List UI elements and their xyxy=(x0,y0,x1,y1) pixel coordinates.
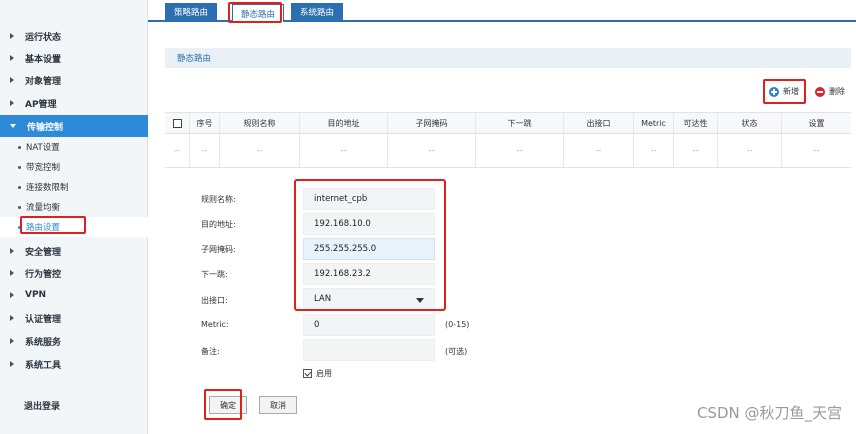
table-cell: -- xyxy=(299,134,387,167)
arrow-right-icon xyxy=(10,248,14,254)
column-header: 出接口 xyxy=(563,113,633,133)
subnet-mask-label: 子网掩码: xyxy=(201,245,236,254)
bullet-icon xyxy=(18,185,21,189)
sidebar-item-services[interactable]: 系统服务 xyxy=(0,330,148,352)
minus-circle-icon xyxy=(815,86,825,97)
table-cell: -- xyxy=(781,134,851,167)
table-cell: -- xyxy=(174,146,180,155)
table-cell: -- xyxy=(717,134,781,167)
rule-name-label: 规则名称: xyxy=(201,195,236,204)
panel-title: 静态路由 xyxy=(165,48,851,68)
arrow-right-icon xyxy=(10,315,14,321)
bullet-icon xyxy=(18,205,21,209)
sidebar-subitem-nat[interactable]: NAT设置 xyxy=(0,137,148,157)
checkbox-checked-icon xyxy=(303,369,312,378)
column-header: Metric xyxy=(633,113,673,133)
sidebar-item-vpn[interactable]: VPN xyxy=(0,284,148,306)
arrow-down-icon xyxy=(10,124,16,128)
note-input[interactable] xyxy=(303,339,435,361)
cancel-button[interactable]: 取消 xyxy=(259,396,297,414)
highlight-box xyxy=(763,79,806,104)
next-hop-label: 下一跳: xyxy=(201,270,228,279)
arrow-right-icon xyxy=(10,338,14,344)
bullet-icon xyxy=(18,165,21,169)
column-header: 规则名称 xyxy=(219,113,299,133)
table-row: -- -- -- -- -- -- -- -- -- -- -- xyxy=(165,134,851,168)
arrow-right-icon xyxy=(10,55,14,61)
watermark-text: CSDN @秋刀鱼_天宫 xyxy=(696,404,842,422)
arrow-right-icon xyxy=(10,100,14,106)
column-header: 状态 xyxy=(717,113,781,133)
table-cell: -- xyxy=(387,134,475,167)
column-header: 下一跳 xyxy=(475,113,563,133)
metric-input[interactable]: 0 xyxy=(303,314,435,336)
column-header: 可达性 xyxy=(673,113,717,133)
note-hint: (可选) xyxy=(445,347,468,356)
sidebar-subitem-balance[interactable]: 流量均衡 xyxy=(0,197,148,217)
table-cell: -- xyxy=(219,134,299,167)
select-all-checkbox[interactable] xyxy=(172,118,182,128)
select-all-cell xyxy=(165,113,189,133)
highlight-box xyxy=(20,216,86,234)
arrow-right-icon xyxy=(10,361,14,367)
out-interface-label: 出接口: xyxy=(201,296,228,305)
sidebar-item-behavior[interactable]: 行为管控 xyxy=(0,262,148,284)
sidebar-item-transport[interactable]: 传输控制 xyxy=(0,115,148,137)
note-label: 备注: xyxy=(201,347,220,356)
column-header: 设置 xyxy=(781,113,851,133)
bullet-icon xyxy=(18,145,21,149)
sidebar-item-auth[interactable]: 认证管理 xyxy=(0,307,148,329)
logout-link[interactable]: 退出登录 xyxy=(24,399,60,412)
column-header: 子网掩码 xyxy=(387,113,475,133)
sidebar-item-status[interactable]: 运行状态 xyxy=(0,25,148,47)
highlight-box xyxy=(294,179,446,311)
tab-policy-route[interactable]: 策略路由 xyxy=(165,3,218,20)
column-header: 目的地址 xyxy=(299,113,387,133)
column-header: 序号 xyxy=(189,113,219,133)
sidebar-item-basic[interactable]: 基本设置 xyxy=(0,47,148,69)
sidebar-subitem-connlimit[interactable]: 连接数限制 xyxy=(0,177,148,197)
table-cell: -- xyxy=(475,134,563,167)
sidebar-item-security[interactable]: 安全管理 xyxy=(0,240,148,262)
arrow-right-icon xyxy=(10,292,14,298)
arrow-right-icon xyxy=(10,270,14,276)
metric-label: Metric: xyxy=(201,320,229,329)
sidebar-subitem-bandwidth[interactable]: 带宽控制 xyxy=(0,157,148,177)
dest-address-label: 目的地址: xyxy=(201,220,236,229)
arrow-right-icon xyxy=(10,77,14,83)
sidebar-item-objects[interactable]: 对象管理 xyxy=(0,69,148,91)
table-cell: -- xyxy=(673,134,717,167)
table-cell: -- xyxy=(633,134,673,167)
sidebar-item-ap[interactable]: AP管理 xyxy=(0,92,148,114)
table-cell: -- xyxy=(189,134,219,167)
tab-system-route[interactable]: 系统路由 xyxy=(291,3,344,20)
metric-hint: (0-15) xyxy=(445,320,470,329)
highlight-box xyxy=(204,389,242,420)
enable-checkbox[interactable]: 启用 xyxy=(303,368,332,379)
arrow-right-icon xyxy=(10,33,14,39)
highlight-box xyxy=(228,2,282,23)
router-config-page: 运行状态 基本设置 对象管理 AP管理 传输控制 NAT设置 带宽控制 连接数限… xyxy=(0,0,856,434)
sidebar-item-tools[interactable]: 系统工具 xyxy=(0,353,148,375)
delete-button[interactable]: 删除 xyxy=(815,86,845,97)
table-cell: -- xyxy=(563,134,633,167)
table-header: 序号 规则名称 目的地址 子网掩码 下一跳 出接口 Metric 可达性 状态 … xyxy=(165,112,851,134)
